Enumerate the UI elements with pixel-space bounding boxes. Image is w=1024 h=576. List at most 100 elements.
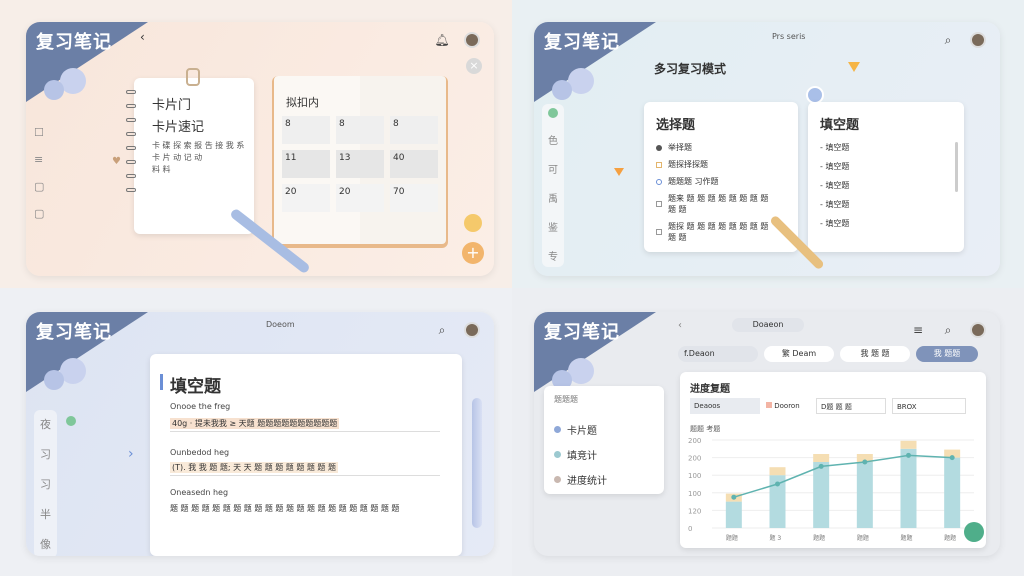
close-icon[interactable]: × <box>466 58 482 74</box>
side-item[interactable]: 鉴 <box>548 219 558 234</box>
bar[interactable] <box>900 448 917 528</box>
menu-item-progress[interactable]: 进度统计 <box>554 472 607 487</box>
side-item[interactable]: 半 <box>40 506 51 522</box>
tab[interactable]: f.Deaon <box>678 346 758 362</box>
header-label: Prs seris <box>772 32 806 41</box>
side-item[interactable]: ≡ <box>34 153 44 166</box>
side-item[interactable]: ▢ <box>34 180 44 193</box>
bar-cap <box>813 454 830 462</box>
card-text: 料 料 <box>152 165 171 174</box>
avatar[interactable] <box>970 32 986 48</box>
top-icons: 🔔︎ <box>434 32 480 48</box>
bar-cap <box>900 440 917 449</box>
menu-item-cards[interactable]: 卡片题 <box>554 422 607 437</box>
side-item[interactable]: 色 <box>548 132 558 147</box>
edit-fab-icon[interactable] <box>964 522 984 542</box>
bar-cap <box>769 467 786 476</box>
app-title: 复习笔记 <box>36 322 112 343</box>
side-item[interactable]: 可 <box>548 161 558 176</box>
side-menu: 题题题 卡片题 填竞计 进度统计 <box>544 386 664 494</box>
list-item[interactable]: - 填空题 <box>820 199 849 210</box>
grid-cell[interactable]: 70 <box>390 184 438 212</box>
grid-cell[interactable]: 40 <box>390 150 438 178</box>
side-nav: ☐ ≡ ▢ ▢ <box>34 126 44 220</box>
side-item[interactable]: 像 <box>40 536 51 552</box>
list-item[interactable]: - 填空题 <box>820 180 849 191</box>
side-item[interactable]: 习 <box>40 476 51 492</box>
tab[interactable]: 我 题题 <box>916 346 978 362</box>
bar[interactable] <box>856 462 873 528</box>
bell-icon[interactable]: 🔔︎ <box>434 32 450 48</box>
grid-cell[interactable]: 20 <box>282 184 330 212</box>
grid-cell[interactable]: 8 <box>336 116 384 144</box>
card-text: 卡 碟 探 索 报 告 接 我 系 <box>152 141 245 150</box>
grid-cell[interactable]: 8 <box>282 116 330 144</box>
grid-cell[interactable]: 20 <box>336 184 384 212</box>
filter-select[interactable]: Dooron <box>766 398 810 414</box>
grid-cell[interactable]: 8 <box>390 116 438 144</box>
blank-input[interactable]: (T). 我 我 题 题; 天 天 题 题 题 题 题 题 题 题 <box>170 460 440 476</box>
tab-bar: f.Deaon 繁 Deam 我 题 题 我 题题 <box>678 344 990 364</box>
filter-select[interactable]: D题 题 题 <box>816 398 886 414</box>
side-item[interactable]: 禹 <box>548 190 558 205</box>
x-tick-label: 题题 <box>726 535 738 542</box>
choice-list: 举择题 题探择探题 题题题 习作题 题来 题 题 题 题 题 题 题 题 题 题… <box>656 142 778 243</box>
grid-cell[interactable]: 13 <box>336 150 384 178</box>
calendar-grid: 8 8 8 11 13 40 20 20 70 <box>282 116 438 212</box>
bar[interactable] <box>813 462 830 528</box>
list-item[interactable]: 题探择探题 <box>656 159 778 170</box>
search-icon[interactable]: ⌕ <box>940 322 956 338</box>
blank-input[interactable]: 40g · 提未我我 ≥ 天题 题题题题题题题题题题 <box>170 416 440 432</box>
app-title: 复习笔记 <box>544 32 620 53</box>
search-input[interactable]: Doaeon <box>732 318 804 332</box>
avatar[interactable] <box>464 322 480 338</box>
panel-fill-blank: 复习笔记 Doeom ⌕ 夜 习 习 半 像 › 填空题 Onooe the f… <box>26 312 494 556</box>
side-item[interactable]: ▢ <box>34 207 44 220</box>
line-point[interactable] <box>775 481 780 487</box>
line-point[interactable] <box>949 455 955 461</box>
y-tick-label: 120 <box>688 507 701 515</box>
menu-icon[interactable]: ≡ <box>910 322 926 338</box>
search-icon[interactable]: ⌕ <box>434 322 450 338</box>
list-item[interactable]: 题探 题 题 题 题 题 题 题 题 题 题 <box>656 221 778 243</box>
side-dot-icon[interactable] <box>548 108 558 118</box>
back-icon[interactable]: ‹ <box>140 30 145 44</box>
filter-select[interactable]: Deaoos <box>690 398 760 414</box>
side-item[interactable]: 夜 <box>40 416 51 432</box>
bar[interactable] <box>944 457 961 528</box>
avatar[interactable] <box>464 32 480 48</box>
line-point[interactable] <box>731 494 737 500</box>
notebook-title: 拟扣内 <box>286 96 319 109</box>
search-icon[interactable]: ⌕ <box>940 32 956 48</box>
avatar[interactable] <box>970 322 986 338</box>
side-item[interactable]: 习 <box>40 446 51 462</box>
line-point[interactable] <box>906 452 911 458</box>
list-item[interactable]: - 填空题 <box>820 218 849 229</box>
chevron-right-icon[interactable]: › <box>128 446 134 462</box>
chat-fab-icon[interactable] <box>464 214 482 232</box>
choice-card[interactable]: 选择题 举择题 题探择探题 题题题 习作题 题来 题 题 题 题 题 题 题 题… <box>644 102 798 252</box>
back-icon[interactable]: ‹ <box>678 320 682 331</box>
list-item[interactable]: 题题题 习作题 <box>656 176 778 187</box>
line-point[interactable] <box>818 463 824 469</box>
grid-cell[interactable]: 11 <box>282 150 330 178</box>
card-title: 填空题 <box>170 377 221 397</box>
scrollbar[interactable] <box>955 142 958 192</box>
filter-select[interactable]: BROX <box>892 398 966 414</box>
answer-text[interactable]: 题 题 题 题 题 题 题 题 题 题 题 题 题 题 题 题 题 题 题 题 … <box>170 502 440 530</box>
tab[interactable]: 繁 Deam <box>764 346 834 362</box>
side-item[interactable]: ☐ <box>34 126 44 139</box>
add-button[interactable]: + <box>462 242 484 264</box>
list-item[interactable]: 题来 题 题 题 题 题 题 题 题 题 题 <box>656 193 778 215</box>
menu-item-fill[interactable]: 填竞计 <box>554 447 607 462</box>
list-item[interactable]: 举择题 <box>656 142 778 153</box>
side-item[interactable]: 专 <box>548 248 558 263</box>
line-point[interactable] <box>862 459 868 465</box>
fill-card[interactable]: 填空题 - 填空题 - 填空题 - 填空题 - 填空题 - 填空题 <box>808 102 964 252</box>
list-item[interactable]: - 填空题 <box>820 161 849 172</box>
ring-binding <box>126 90 136 192</box>
bar[interactable] <box>725 501 742 528</box>
tab[interactable]: 我 题 题 <box>840 346 910 362</box>
list-item[interactable]: - 填空题 <box>820 142 849 153</box>
menu-list: 卡片题 填竞计 进度统计 <box>554 422 607 487</box>
